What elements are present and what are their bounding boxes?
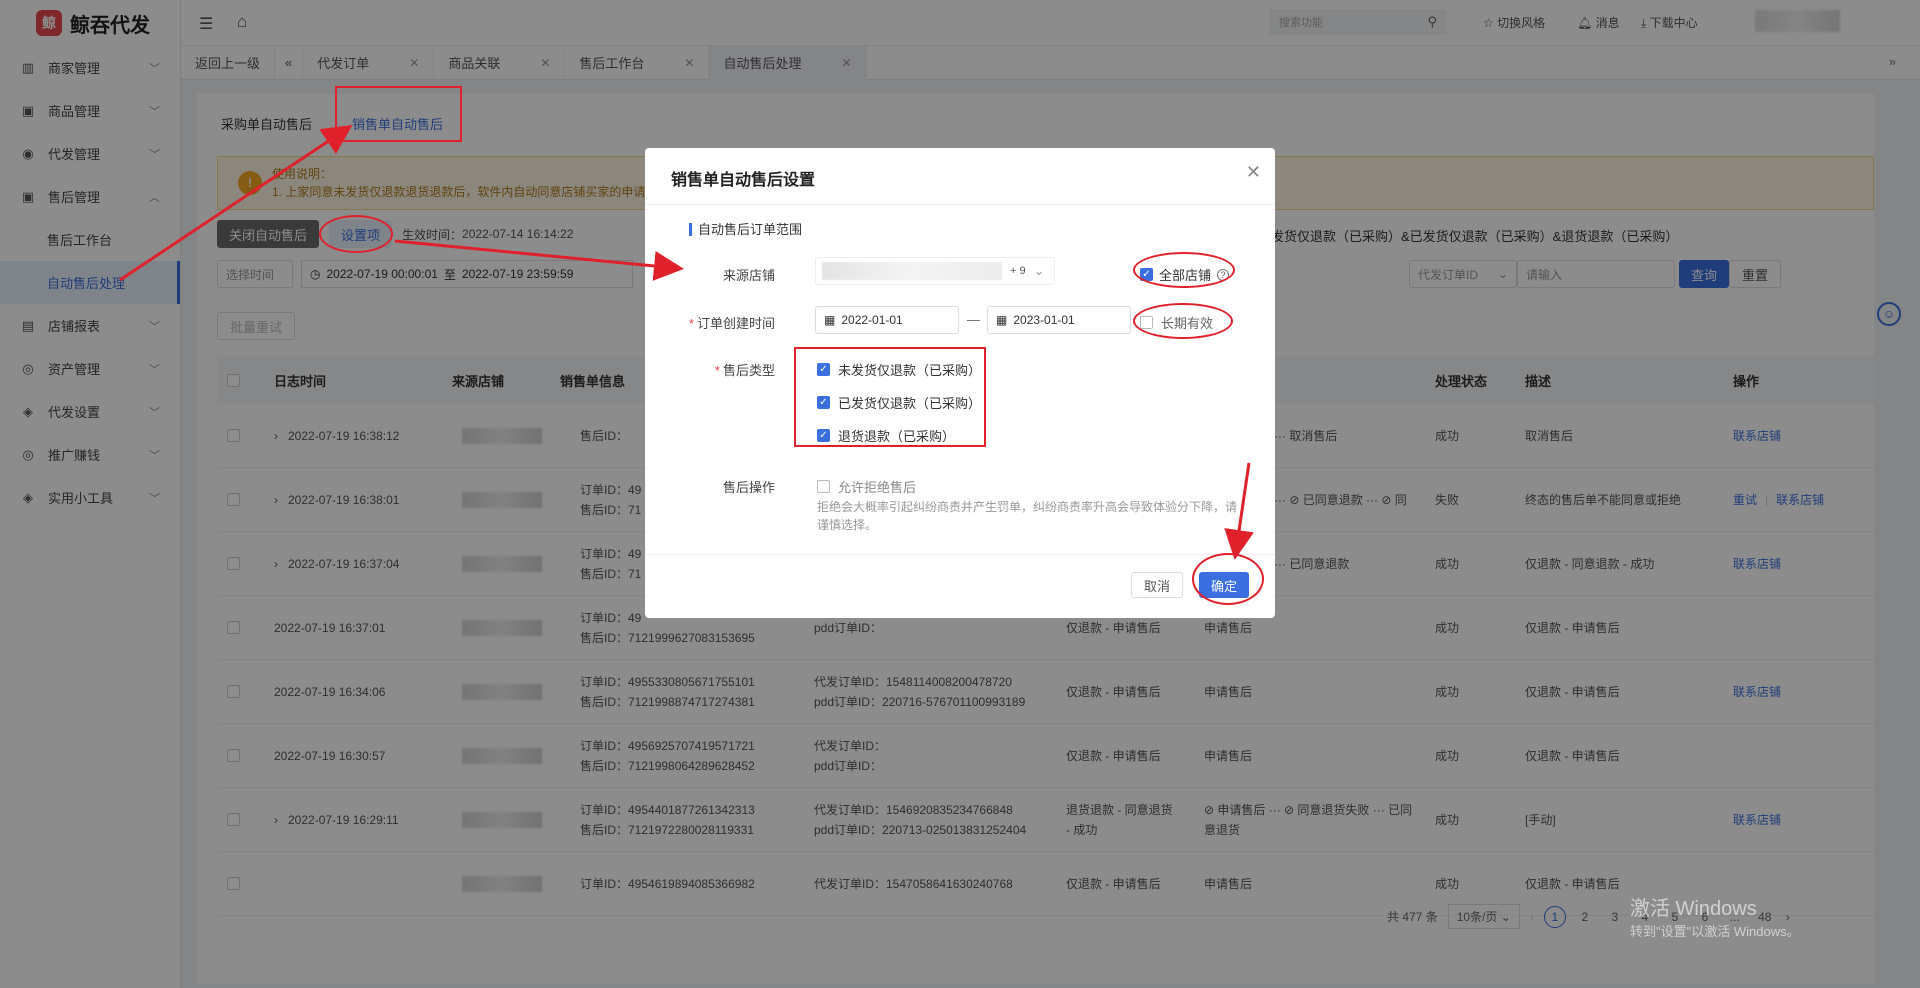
start-date: 2022-01-01 <box>841 313 903 327</box>
end-date-input[interactable]: ▦ 2023-01-01 <box>987 306 1131 334</box>
annotation-ellipse-long-term <box>1133 303 1233 339</box>
annotation-box-sales-tab <box>335 86 462 142</box>
watermark-line1: 激活 Windows <box>1630 898 1757 920</box>
calendar-icon: ▦ <box>824 313 836 327</box>
annotation-ellipse-confirm <box>1192 553 1264 605</box>
operation-label: 售后操作 <box>722 480 775 495</box>
start-date-input[interactable]: ▦ 2022-01-01 <box>815 306 959 334</box>
annotation-box-types <box>794 347 986 447</box>
checkbox-box <box>817 480 830 493</box>
type-label: * 售后类型 <box>645 360 775 379</box>
annotation-ellipse-settings <box>319 215 393 253</box>
shop-count: + 9 <box>1010 265 1026 277</box>
shop-label: 来源店铺 <box>722 268 775 283</box>
dialog-title: 销售单自动售后设置 <box>671 172 816 189</box>
end-date: 2023-01-01 <box>1013 313 1075 327</box>
allow-reject-checkbox[interactable]: 允许拒绝售后 <box>817 477 916 496</box>
allow-reject-label: 允许拒绝售后 <box>838 480 917 495</box>
dialog-divider <box>645 204 1275 205</box>
required-mark: * <box>714 363 720 378</box>
close-icon[interactable]: ✕ <box>1246 162 1261 183</box>
section-title: 自动售后订单范围 <box>689 223 802 236</box>
footer-divider <box>645 554 1275 555</box>
shop-select[interactable]: + 9 ⌄ <box>815 257 1055 285</box>
shop-tag <box>822 262 1002 280</box>
cancel-button[interactable]: 取消 <box>1131 572 1184 598</box>
windows-activation-watermark: 激活 Windows 转到"设置"以激活 Windows。 <box>1630 892 1800 940</box>
annotation-ellipse-all-shops <box>1133 252 1235 288</box>
watermark-line2: 转到"设置"以激活 Windows。 <box>1630 924 1800 939</box>
chevron-down-icon: ⌄ <box>1033 263 1045 278</box>
reject-hint: 拒绝会大概率引起纠纷商责并产生罚单，纠纷商责率升高会导致体验分下降，请谨慎选择。 <box>817 500 1238 532</box>
required-mark: * <box>688 316 694 331</box>
create-time-text: 订单创建时间 <box>696 316 775 331</box>
type-text: 售后类型 <box>722 363 775 378</box>
calendar-icon: ▦ <box>996 313 1008 327</box>
date-dash: — <box>967 312 980 327</box>
create-time-label: * 订单创建时间 <box>645 313 775 332</box>
